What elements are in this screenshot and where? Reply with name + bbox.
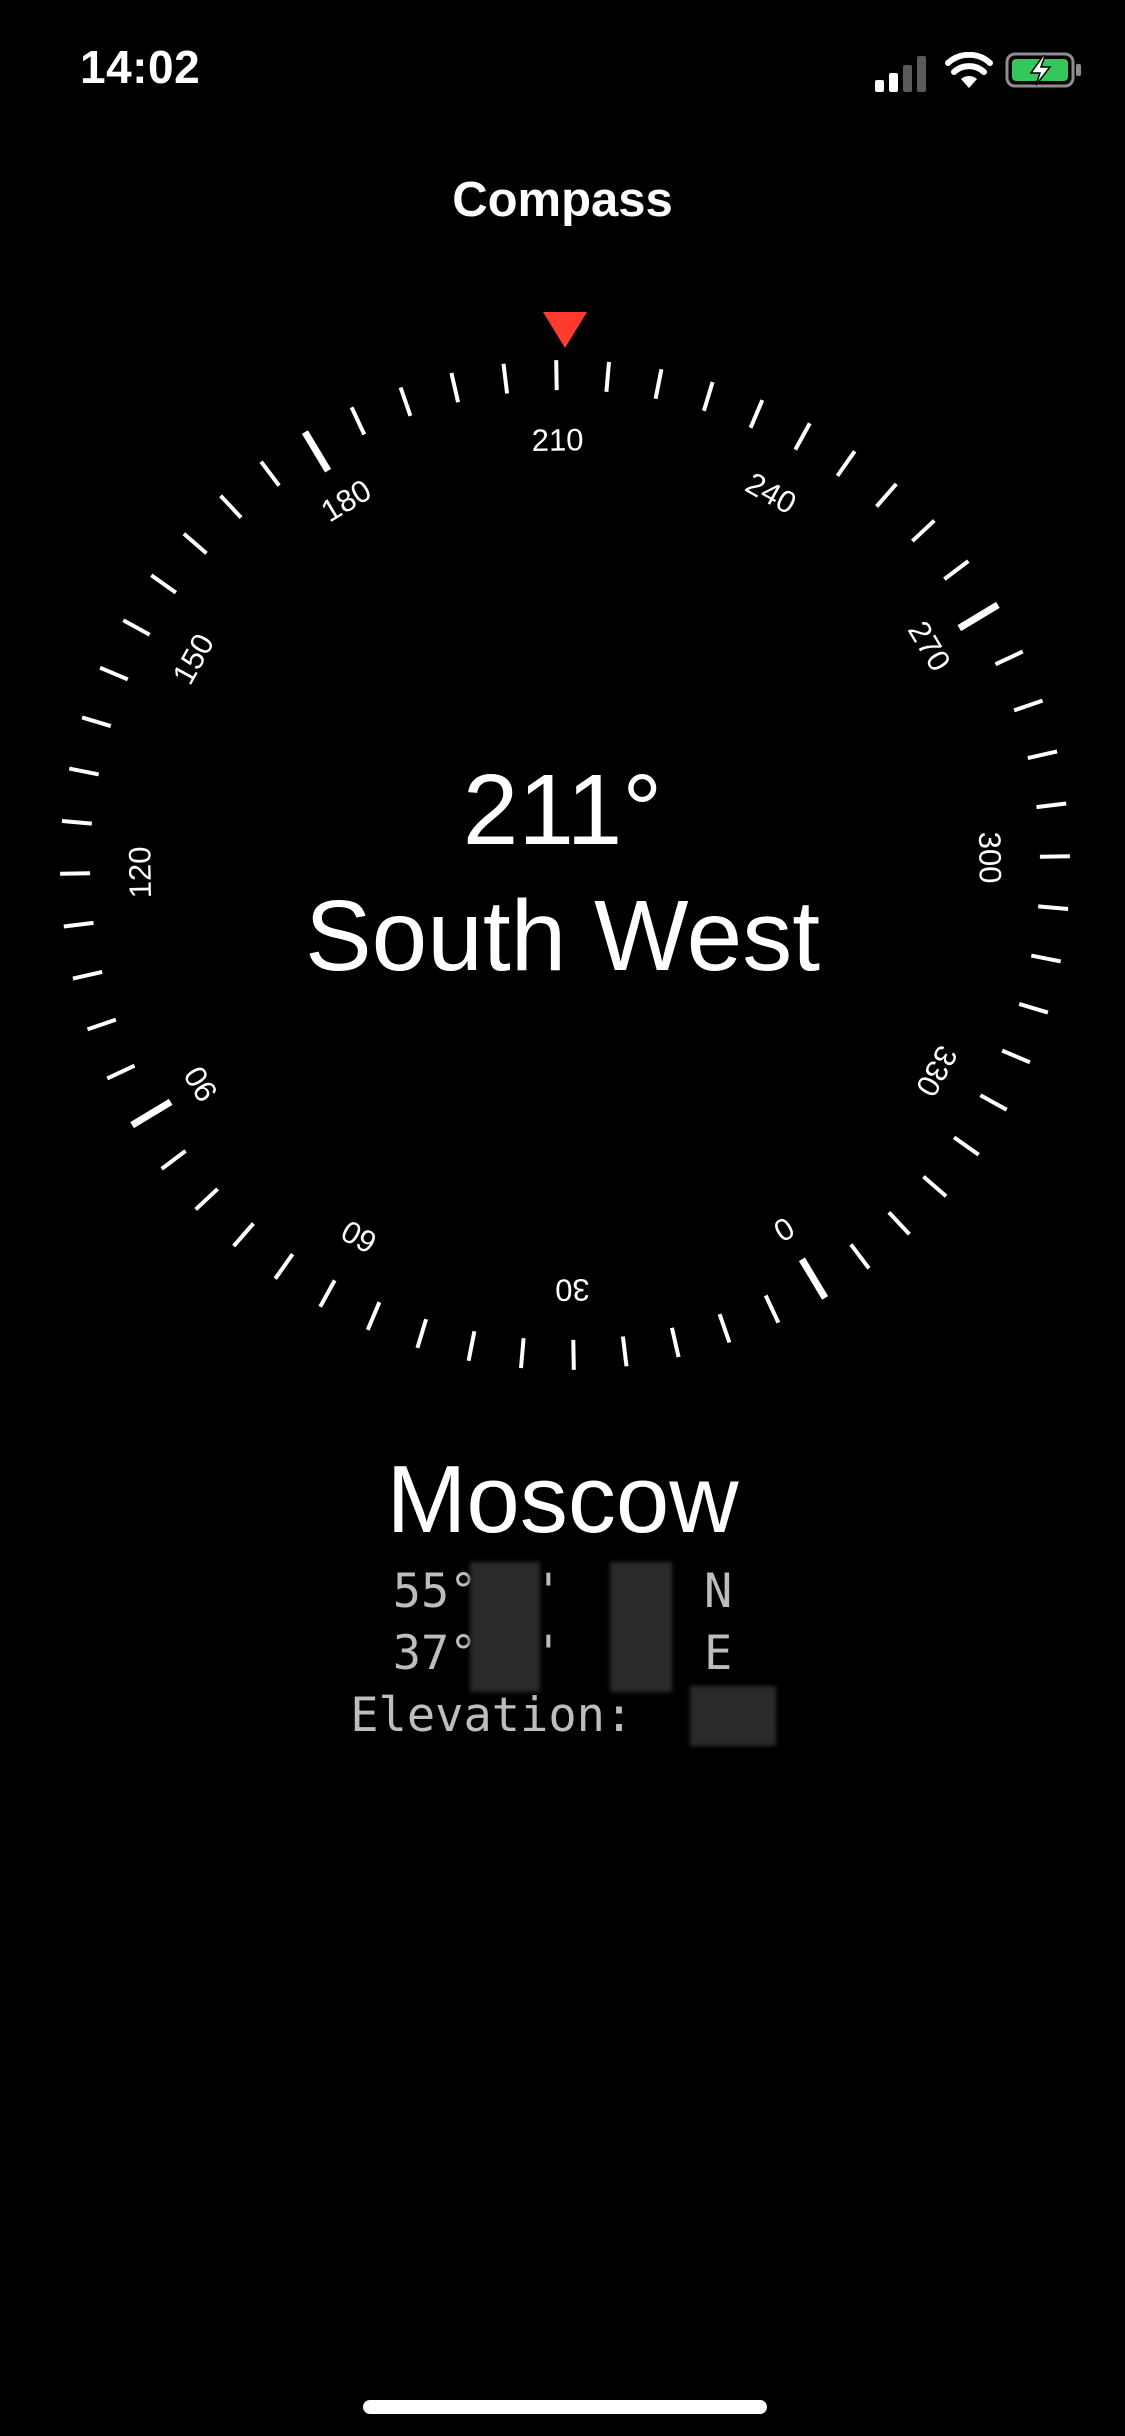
minor-tick (748, 399, 765, 429)
major-tick (130, 1098, 173, 1129)
minor-tick (122, 618, 151, 637)
degree-label: 210 (531, 422, 583, 458)
minor-tick (150, 573, 178, 595)
minor-tick (979, 1093, 1008, 1112)
minor-tick (60, 871, 91, 876)
degree-label: 60 (335, 1213, 382, 1260)
minor-tick (887, 1211, 911, 1236)
minor-tick (259, 460, 281, 487)
minor-tick (849, 1243, 871, 1270)
minor-tick (1013, 698, 1044, 713)
compass-screen: 14:02 Compass 0 30 60 90 120 150 180 210 240 270 3… (0, 0, 1125, 2436)
minor-tick (669, 1327, 681, 1358)
degree-label: 90 (177, 1060, 225, 1108)
minor-tick (717, 1313, 732, 1344)
redacted-area (690, 1686, 776, 1746)
heading-degrees: 211° (462, 754, 663, 866)
degree-label: 330 (909, 1040, 965, 1102)
minor-tick (219, 494, 243, 519)
minor-tick (763, 1294, 781, 1324)
minor-tick (994, 649, 1024, 667)
longitude-text: 37° ' '' E (392, 1626, 733, 1681)
minor-tick (318, 1279, 337, 1308)
minor-tick (99, 665, 129, 682)
latitude-text: 55° ' '' N (392, 1564, 733, 1619)
minor-tick (793, 422, 812, 451)
minor-tick (875, 482, 898, 508)
elevation-text: Elevation: m (350, 1688, 775, 1743)
minor-tick (835, 450, 857, 478)
major-tick (301, 430, 332, 473)
minor-tick (349, 406, 367, 436)
minor-tick (554, 360, 559, 391)
minor-tick (501, 363, 510, 394)
minor-tick (943, 559, 970, 581)
location-city: Moscow (386, 1446, 739, 1553)
minor-tick (466, 1330, 477, 1362)
minor-tick (1027, 749, 1058, 761)
major-tick (957, 601, 1000, 632)
heading-direction: South West (304, 880, 821, 992)
major-tick (798, 1257, 829, 1300)
compass-dial[interactable]: 0306090120150180210240270300330 (0, 0, 1125, 1500)
minor-tick (194, 1187, 219, 1211)
minor-tick (1018, 1001, 1049, 1015)
minor-tick (604, 361, 611, 392)
minor-tick (81, 715, 112, 729)
minor-tick (519, 1338, 526, 1369)
minor-tick (365, 1301, 382, 1331)
redacted-area (470, 1562, 540, 1692)
minor-tick (922, 1175, 948, 1198)
redacted-area (610, 1562, 672, 1692)
minor-tick (1001, 1048, 1031, 1065)
minor-tick (701, 381, 715, 412)
minor-tick (398, 386, 413, 417)
degree-label: 180 (315, 472, 377, 529)
minor-tick (620, 1336, 629, 1367)
minor-tick (232, 1222, 255, 1248)
minor-tick (449, 372, 461, 403)
minor-tick (182, 532, 208, 555)
degree-label: 150 (165, 628, 221, 690)
minor-tick (160, 1149, 187, 1171)
minor-tick (571, 1339, 576, 1370)
minor-tick (273, 1252, 295, 1280)
degree-label: 240 (740, 465, 802, 521)
minor-tick (415, 1318, 429, 1349)
home-indicator[interactable] (363, 2400, 767, 2414)
degree-label: 270 (901, 615, 958, 677)
heading-marker-icon (543, 312, 587, 348)
minor-tick (106, 1063, 136, 1081)
minor-tick (86, 1017, 117, 1032)
minor-tick (952, 1135, 980, 1157)
minor-tick (653, 368, 664, 400)
degree-label: 0 (767, 1210, 800, 1249)
minor-tick (911, 519, 936, 543)
degree-label: 30 (555, 1272, 590, 1308)
